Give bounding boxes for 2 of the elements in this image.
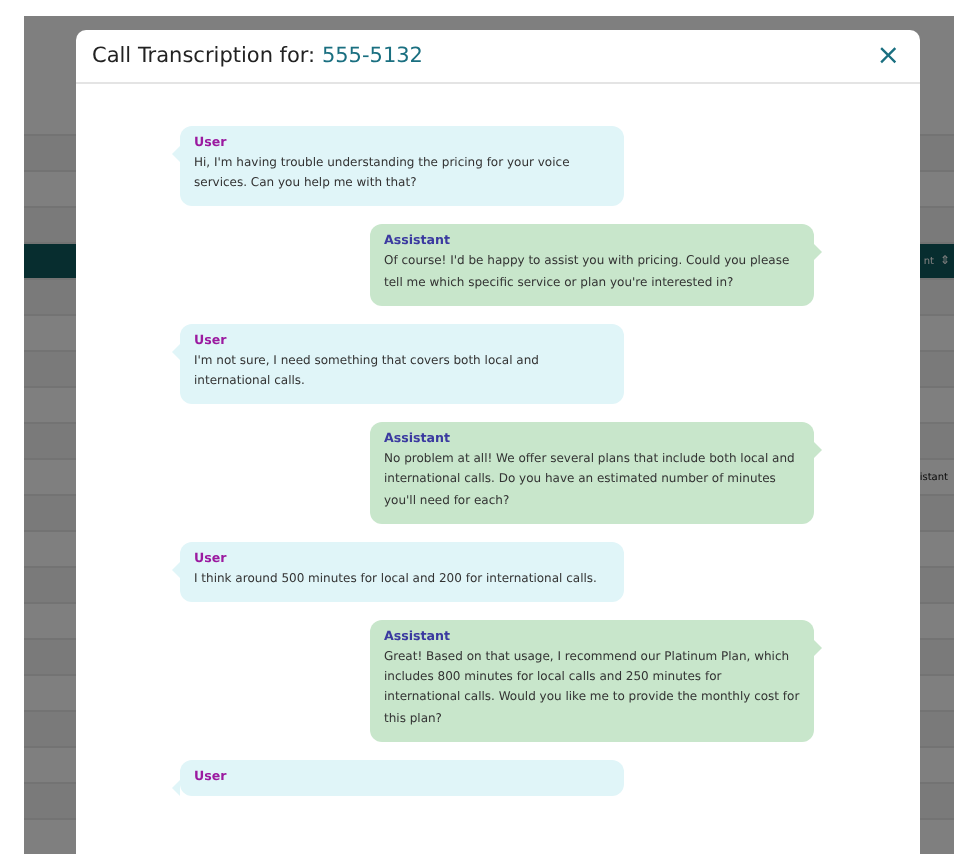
dialog-title: Call Transcription for: 555-5132 [92, 44, 423, 68]
close-button[interactable]: × [872, 42, 904, 70]
